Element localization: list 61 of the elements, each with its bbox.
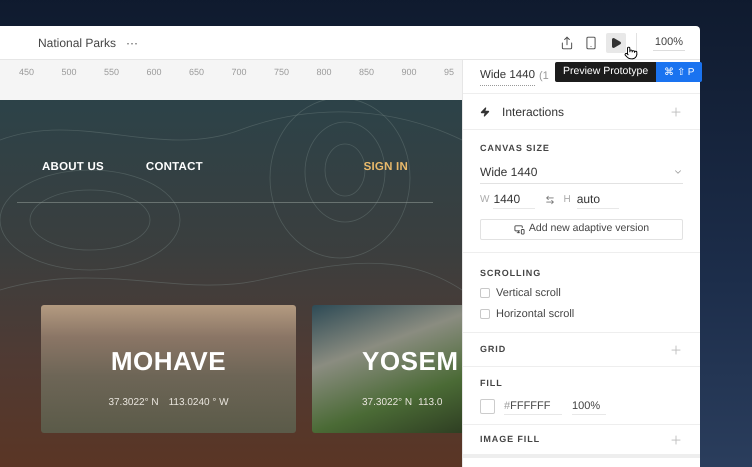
add-icon[interactable] <box>669 432 683 446</box>
checkbox[interactable] <box>480 288 490 298</box>
height-field[interactable]: auto <box>576 190 619 209</box>
section-heading: SCROLLING <box>480 266 542 280</box>
park-card[interactable]: YOSEM 37.3022° N 113.0 <box>312 305 462 433</box>
artboard-size: (1 <box>538 69 549 84</box>
devices-icon <box>514 224 525 234</box>
section-heading: CANVAS SIZE <box>480 142 551 155</box>
add-icon[interactable] <box>669 104 683 118</box>
hand-cursor-icon <box>624 46 638 60</box>
checkbox[interactable] <box>480 309 490 319</box>
preview-button[interactable] <box>606 32 626 52</box>
interactions-label[interactable]: Interactions <box>502 102 564 120</box>
color-swatch[interactable] <box>480 398 495 414</box>
height-label: H <box>563 193 571 207</box>
section-heading: GRID <box>480 342 506 356</box>
park-title: YOSEM <box>362 345 459 378</box>
section-heading: IMAGE FILL <box>480 432 540 446</box>
longitude: 113.0 <box>418 396 442 410</box>
artboard-name[interactable]: Wide 1440 <box>480 67 535 86</box>
canvas-size-dropdown[interactable]: Wide 1440 <box>480 162 683 184</box>
park-card[interactable]: MOHAVE 37.3022° N 113.0240 ° W <box>41 305 296 433</box>
more-button[interactable]: ··· <box>126 36 138 48</box>
play-icon <box>610 36 622 48</box>
section-heading: FILL <box>480 377 504 390</box>
hex-value: FFFFFF <box>510 398 550 414</box>
add-icon[interactable] <box>669 342 683 356</box>
swap-icon[interactable] <box>545 194 556 204</box>
ruler-label: 750 <box>274 66 290 79</box>
nav-link[interactable]: ABOUT US <box>42 159 104 177</box>
width-label: W <box>480 193 490 207</box>
opacity-field[interactable]: 100% <box>572 398 606 415</box>
latitude: 37.3022° N <box>108 396 159 410</box>
latitude: 37.3022° N <box>362 396 412 410</box>
ruler-label: 900 <box>402 66 418 79</box>
lightning-icon <box>480 106 490 116</box>
ruler-label: 650 <box>189 66 206 79</box>
ruler-label: 600 <box>146 66 163 79</box>
document-title: National Parks <box>38 34 116 52</box>
tooltip-label: Preview Prototype <box>555 62 656 82</box>
ruler-label: 850 <box>359 66 376 79</box>
ruler-label: 800 <box>316 66 333 79</box>
ruler-label: 700 <box>232 66 248 79</box>
hex-prefix: # <box>504 398 510 414</box>
park-title: MOHAVE <box>110 345 226 378</box>
width-field[interactable]: 1440 <box>493 190 536 209</box>
ruler-label: 95 <box>444 66 456 79</box>
zoom-level[interactable]: 100% <box>652 34 685 52</box>
checkbox-label[interactable]: Vertical scroll <box>496 284 561 302</box>
share-icon[interactable] <box>560 36 574 50</box>
longitude: 113.0240 ° W <box>168 396 229 410</box>
nav-link[interactable]: CONTACT <box>146 159 203 177</box>
ruler-label: 450 <box>19 66 36 79</box>
phone-icon[interactable] <box>584 36 598 50</box>
checkbox-label[interactable]: Horizontal scroll <box>496 306 574 322</box>
hex-field[interactable]: #FFFFFF <box>504 398 562 415</box>
ruler-label: 500 <box>62 66 78 79</box>
add-adaptive-version-button[interactable]: Add new adaptive version <box>480 218 683 240</box>
ruler-label: 550 <box>104 66 120 79</box>
nav-link[interactable]: SIGN IN <box>364 159 408 177</box>
keyboard-shortcut: ⌘ ⇧ P <box>656 62 702 82</box>
